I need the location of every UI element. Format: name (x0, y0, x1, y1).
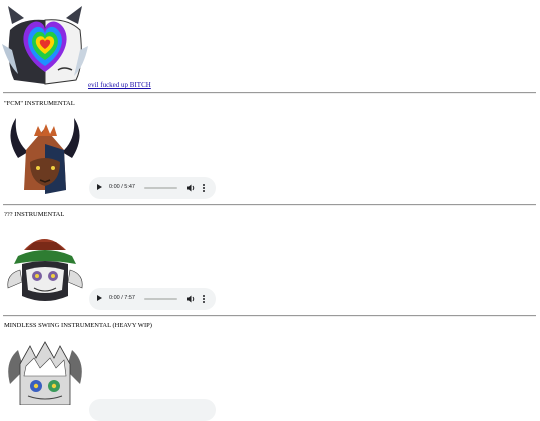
divider (3, 204, 536, 206)
audio-player[interactable]: 0:00 / 5:47 (89, 177, 216, 199)
time-display: 0:00 / 5:47 (109, 184, 135, 190)
track-title: MINDLESS SWING INSTRUMENTAL (HEAVY WIP) (4, 322, 152, 329)
seek-bar[interactable] (144, 298, 177, 300)
track-title: "FCM" INSTRUMENTAL (4, 100, 75, 107)
play-icon[interactable] (97, 295, 102, 301)
seek-bar[interactable] (144, 187, 177, 189)
play-icon[interactable] (97, 184, 102, 190)
more-options-icon[interactable] (202, 294, 206, 304)
track-3-cover (4, 340, 86, 406)
profile-link[interactable]: evil fucked up BITCH (88, 81, 151, 89)
audio-player[interactable]: 0:00 / 7:57 (89, 288, 216, 310)
track-title: ??? INSTRUMENTAL (4, 211, 65, 218)
volume-icon[interactable] (186, 183, 196, 193)
audio-player[interactable] (89, 399, 216, 421)
more-options-icon[interactable] (202, 183, 206, 193)
divider (3, 315, 536, 317)
track-1-cover (4, 114, 86, 198)
volume-icon[interactable] (186, 294, 196, 304)
profile-avatar (2, 4, 88, 86)
time-display: 0:00 / 7:57 (109, 295, 135, 301)
divider (3, 92, 536, 94)
track-2-cover (4, 230, 86, 306)
